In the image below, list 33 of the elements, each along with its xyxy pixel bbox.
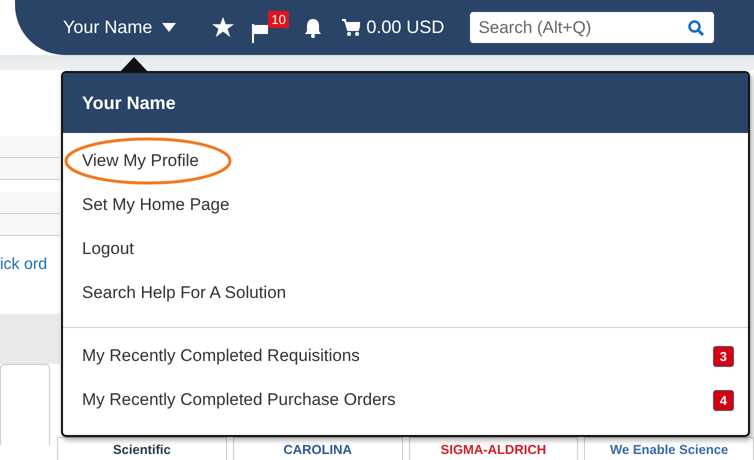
count-badge: 4 xyxy=(712,390,734,410)
menu-item[interactable]: Search Help For A Solution xyxy=(63,271,748,315)
menu-title: Your Name xyxy=(82,92,176,114)
user-menu-button[interactable]: Your Name xyxy=(63,17,176,38)
menu-item[interactable]: Set My Home Page xyxy=(63,183,748,227)
search-field[interactable]: Search (Alt+Q) xyxy=(470,12,714,43)
input-field[interactable] xyxy=(0,214,60,236)
input-field[interactable] xyxy=(0,192,60,214)
logo-card[interactable]: SIGMA-ALDRICH xyxy=(408,437,578,460)
logo-text: We Enable Science xyxy=(610,442,728,457)
logo-text: CAROLINA xyxy=(283,442,352,457)
logo-text: Scientific xyxy=(112,442,171,457)
bell-icon[interactable] xyxy=(304,18,322,38)
logo-card[interactable]: Scientific xyxy=(57,437,227,460)
cart-button[interactable]: 0.00 USD xyxy=(342,17,444,38)
flag-count-badge: 10 xyxy=(268,10,289,28)
menu-item[interactable]: Logout xyxy=(63,227,748,271)
menu-item[interactable]: My Recently Completed Purchase Orders 4 xyxy=(63,378,748,422)
logo-text: SIGMA-ALDRICH xyxy=(440,442,546,457)
logo-card[interactable]: We Enable Science xyxy=(584,437,754,460)
logo-card[interactable]: CAROLINA xyxy=(232,437,402,460)
panel-background xyxy=(0,314,60,364)
menu-item[interactable]: My Recently Completed Requisitions 3 xyxy=(63,334,748,378)
cart-icon xyxy=(342,18,360,36)
input-field[interactable] xyxy=(0,158,60,180)
input-field[interactable] xyxy=(0,136,60,158)
menu-item[interactable]: View My Profile xyxy=(63,139,748,183)
quick-order-link[interactable]: ick ord xyxy=(0,256,60,274)
star-icon[interactable] xyxy=(212,17,234,38)
caret-icon xyxy=(162,23,176,32)
count-badge: 3 xyxy=(712,346,734,366)
search-icon[interactable] xyxy=(688,20,704,36)
flag-icon[interactable] xyxy=(252,22,270,42)
